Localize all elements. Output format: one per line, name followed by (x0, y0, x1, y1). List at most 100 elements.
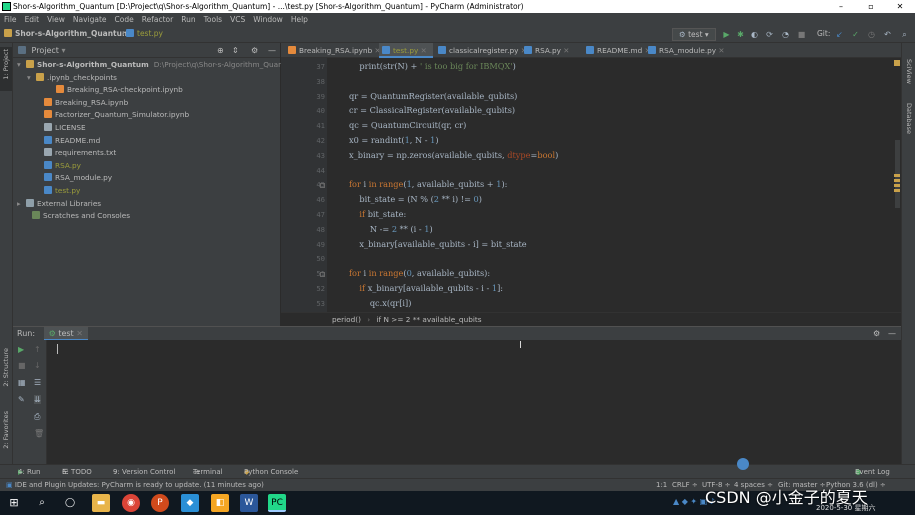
menu-run[interactable]: Run (177, 13, 199, 26)
maximize-button[interactable]: ▫ (856, 0, 886, 13)
task-view-icon[interactable]: ◯ (61, 494, 79, 512)
code-line[interactable]: if x_binary[available_qubits - i - 1]: (349, 283, 503, 293)
tree-item[interactable]: requirements.txt (35, 147, 116, 160)
menu-help[interactable]: Help (287, 13, 312, 26)
concurrency-icon[interactable]: ◔ (780, 29, 791, 40)
layout-icon[interactable]: ▦ (18, 378, 26, 387)
structure-tool-button[interactable]: 2: Structure (2, 348, 10, 387)
debug-icon[interactable]: ✱ (735, 29, 746, 40)
tree-item[interactable]: Breaking_RSA.ipynb (35, 97, 128, 110)
update-notification[interactable]: ▣ IDE and Plugin Updates: PyCharm is rea… (6, 479, 264, 491)
editor-tab[interactable]: RSA.py ✕ (521, 43, 581, 58)
tree-item[interactable]: ▾ .ipynb_checkpoints (27, 72, 117, 85)
menu-window[interactable]: Window (249, 13, 287, 26)
collapse-all-icon[interactable]: ⇕ (232, 43, 239, 58)
taskbar-search-icon[interactable]: ⌕ (33, 494, 51, 512)
scroll-up-icon[interactable]: ↑ (34, 345, 41, 354)
tree-item[interactable]: Factorizer_Quantum_Simulator.ipynb (35, 109, 189, 122)
tree-item[interactable]: ▾ Shor-s-Algorithm_Quantum D:\Project\q\Sh… (17, 59, 297, 72)
code-editor[interactable]: print(str(N) + ' is too big for IBMQX') q… (327, 58, 893, 312)
code-line[interactable]: x_binary = np.zeros(available_qubits, dt… (349, 150, 558, 160)
run-config-select[interactable]: ⚙ test ▾ (672, 28, 716, 41)
code-line[interactable]: x_binary[available_qubits - i] = bit_sta… (349, 239, 526, 249)
close-tab-icon[interactable]: ✕ (76, 329, 83, 338)
code-line[interactable]: if bit_state: (349, 209, 406, 219)
close-tab-icon[interactable]: ✕ (561, 46, 569, 55)
tree-item[interactable]: RSA_module.py (35, 172, 112, 185)
caret-position[interactable]: 1:1 (656, 479, 667, 491)
fold-marker-icon[interactable] (320, 183, 325, 189)
stop-run-icon[interactable]: ■ (18, 361, 26, 370)
scroll-down-icon[interactable]: ↓ (34, 361, 41, 370)
undo-icon[interactable]: ↶ (882, 29, 893, 40)
run-settings-gear-icon[interactable]: ⚙ (873, 327, 880, 341)
word-icon[interactable]: W (240, 494, 258, 512)
locate-icon[interactable]: ⊕ (217, 43, 224, 58)
breadcrumb-condition[interactable]: if N >= 2 ** available_qubits (377, 315, 482, 324)
project-tool-button[interactable]: 1: Project (2, 49, 10, 80)
tree-expand-arrow-icon[interactable]: ▾ (27, 72, 36, 85)
profile-icon[interactable]: ⟳ (764, 29, 775, 40)
code-line[interactable]: qc.x(qr[i]) (349, 298, 412, 308)
project-panel-title[interactable]: Project (32, 46, 59, 55)
soft-wrap-icon[interactable]: ☰ (34, 378, 41, 387)
tree-item[interactable]: Breaking_RSA-checkpoint.ipynb (47, 84, 183, 97)
tree-item[interactable]: README.md (35, 135, 100, 148)
tree-item[interactable]: LICENSE (35, 122, 86, 135)
code-line[interactable]: cr = ClassicalRegister(available_qubits) (349, 105, 515, 115)
nav-project-crumb[interactable]: Shor-s-Algorithm_Quantum (4, 29, 130, 38)
run-tab-test[interactable]: ⚙ test ✕ (43, 327, 88, 341)
code-line[interactable]: for i in range(1, available_qubits + 1): (349, 179, 507, 189)
error-stripe[interactable] (893, 58, 901, 312)
hide-panel-icon[interactable]: — (268, 43, 276, 58)
git-history-icon[interactable]: ◷ (866, 29, 877, 40)
editor-tab[interactable]: test.py ✕ (379, 43, 433, 58)
windows-start-icon[interactable]: ⊞ (5, 494, 23, 512)
tree-item[interactable]: RSA.py (35, 160, 81, 173)
tree-item[interactable]: Scratches and Consoles (23, 210, 130, 223)
breadcrumb-function[interactable]: period() (332, 315, 361, 324)
code-line[interactable]: qr = QuantumRegister(available_qubits) (349, 91, 517, 101)
tree-item[interactable]: test.py (35, 185, 80, 198)
code-line[interactable]: x0 = randint(1, N - 1) (349, 135, 439, 145)
close-tab-icon[interactable]: ✕ (418, 46, 427, 55)
menu-vcs[interactable]: VCS (226, 13, 249, 26)
database-tool-button[interactable]: Database (905, 103, 913, 134)
print-icon[interactable]: ⎙ (34, 412, 40, 422)
menu-refactor[interactable]: Refactor (138, 13, 177, 26)
clear-icon[interactable]: 🗑 (34, 429, 44, 438)
favorites-tool-button[interactable]: 2: Favorites (2, 411, 10, 449)
editor-tab[interactable]: Breaking_RSA.ipynb ✕ (285, 43, 381, 58)
app-icon-blue[interactable]: ◆ (181, 494, 199, 512)
fold-marker-icon[interactable] (320, 272, 325, 278)
sciview-tool-button[interactable]: SciView (905, 59, 913, 84)
run-console-output[interactable]: Ι (47, 340, 901, 464)
editor-tab[interactable]: RSA_module.py ✕ (645, 43, 727, 58)
minimize-button[interactable]: – (826, 0, 856, 13)
close-button[interactable]: ✕ (885, 0, 915, 13)
run-hide-icon[interactable]: — (888, 327, 896, 341)
search-icon[interactable]: ⌕ (899, 29, 910, 40)
warning-indicator[interactable] (894, 60, 900, 66)
code-line[interactable]: qc = QuantumCircuit(qr, cr) (349, 120, 466, 130)
menu-code[interactable]: Code (111, 13, 138, 26)
editor-tab[interactable]: classicalregister.py ✕ (435, 43, 527, 58)
coverage-icon[interactable]: ◐ (749, 29, 760, 40)
menu-tools[interactable]: Tools (200, 13, 226, 26)
stop-icon[interactable]: ■ (796, 29, 807, 40)
scroll-to-end-icon[interactable]: ⇊ (34, 395, 41, 404)
pycharm-taskbar-icon[interactable]: PC (268, 494, 286, 512)
close-tab-icon[interactable]: ✕ (716, 46, 724, 55)
settings-gear-icon[interactable]: ⚙ (251, 43, 258, 58)
app-icon-orange[interactable]: ◧ (211, 494, 229, 512)
menu-file[interactable]: File (0, 13, 21, 26)
menu-navigate[interactable]: Navigate (69, 13, 111, 26)
tree-expand-arrow-icon[interactable]: ▸ (17, 198, 26, 211)
code-line[interactable]: N -= 2 ** (i - 1) (349, 224, 433, 234)
code-line[interactable]: bit_state = (N % (2 ** i) != 0) (349, 194, 482, 204)
git-commit-icon[interactable]: ✓ (850, 29, 861, 40)
tree-expand-arrow-icon[interactable]: ▾ (17, 59, 26, 72)
presentation-app-icon[interactable]: P (151, 494, 169, 512)
menu-edit[interactable]: Edit (21, 13, 44, 26)
menu-view[interactable]: View (43, 13, 69, 26)
